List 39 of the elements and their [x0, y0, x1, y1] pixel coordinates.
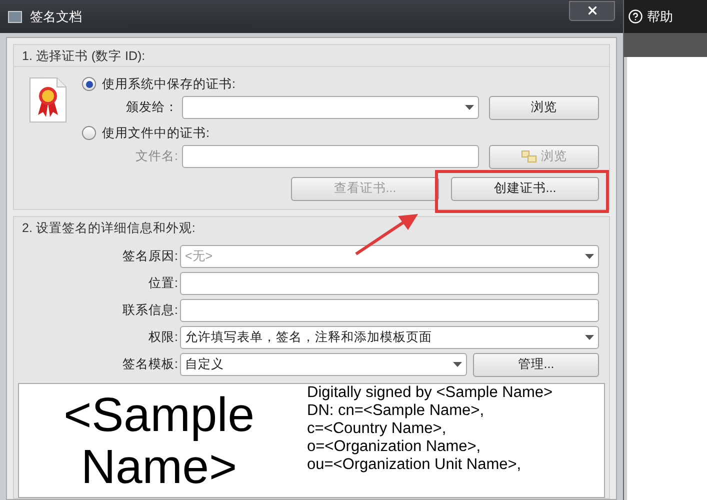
close-icon — [586, 4, 598, 17]
dropdown-field[interactable]: 允许填写表单，签名，注释和添加模板页面 — [180, 326, 599, 348]
field-label: 文件名: — [134, 148, 178, 166]
dialog-button[interactable]: 创建证书... — [451, 176, 599, 200]
radio-label: 使用系统中保存的证书: — [102, 76, 236, 93]
field-label: 签名模板: — [122, 356, 178, 374]
field-label: 权限: — [148, 328, 178, 346]
dialog-button[interactable]: 管理... — [473, 352, 599, 376]
arrow-annotation — [354, 212, 420, 256]
window-icon — [8, 10, 22, 22]
close-button[interactable] — [569, 0, 615, 20]
field-label: 联系信息: — [122, 302, 178, 319]
field-label: 位置: — [148, 274, 178, 292]
dropdown-caret-icon — [585, 254, 594, 258]
folder-icon — [521, 150, 537, 163]
dropdown-field[interactable]: 自定义 — [180, 353, 467, 376]
signature-detail: DN: cn=<Sample Name>, — [307, 402, 486, 420]
dropdown-field[interactable] — [182, 96, 479, 120]
dropdown-caret-icon — [465, 105, 474, 110]
window-title: 签名文档 — [30, 8, 83, 26]
help-icon — [628, 9, 643, 24]
help-menu[interactable]: 帮助 — [647, 6, 673, 26]
radio-button[interactable] — [82, 77, 96, 92]
field-label: 签名原因: — [122, 248, 178, 265]
group-title: 1. 选择证书 (数字 ID): — [14, 45, 609, 67]
input-field[interactable] — [180, 298, 599, 322]
dropdown-caret-icon — [585, 334, 594, 340]
dialog-button[interactable]: 浏览 — [489, 96, 599, 120]
radio-label: 使用文件中的证书: — [102, 124, 210, 142]
dropdown-caret-icon — [453, 362, 462, 367]
signature-detail: ou=<Organization Unit Name>, — [307, 456, 522, 474]
input-field[interactable] — [180, 272, 599, 294]
field-label: 颁发给： — [125, 99, 178, 116]
input-field[interactable] — [182, 145, 479, 168]
certificate-file-icon — [29, 77, 67, 123]
signature-detail: c=<Country Name>, — [307, 420, 448, 438]
signature-name: <Sample Name> — [62, 388, 256, 496]
signature-detail: o=<Organization Name>, — [307, 438, 482, 456]
group-title: 2. 设置签名的详细信息和外观: — [21, 220, 196, 236]
